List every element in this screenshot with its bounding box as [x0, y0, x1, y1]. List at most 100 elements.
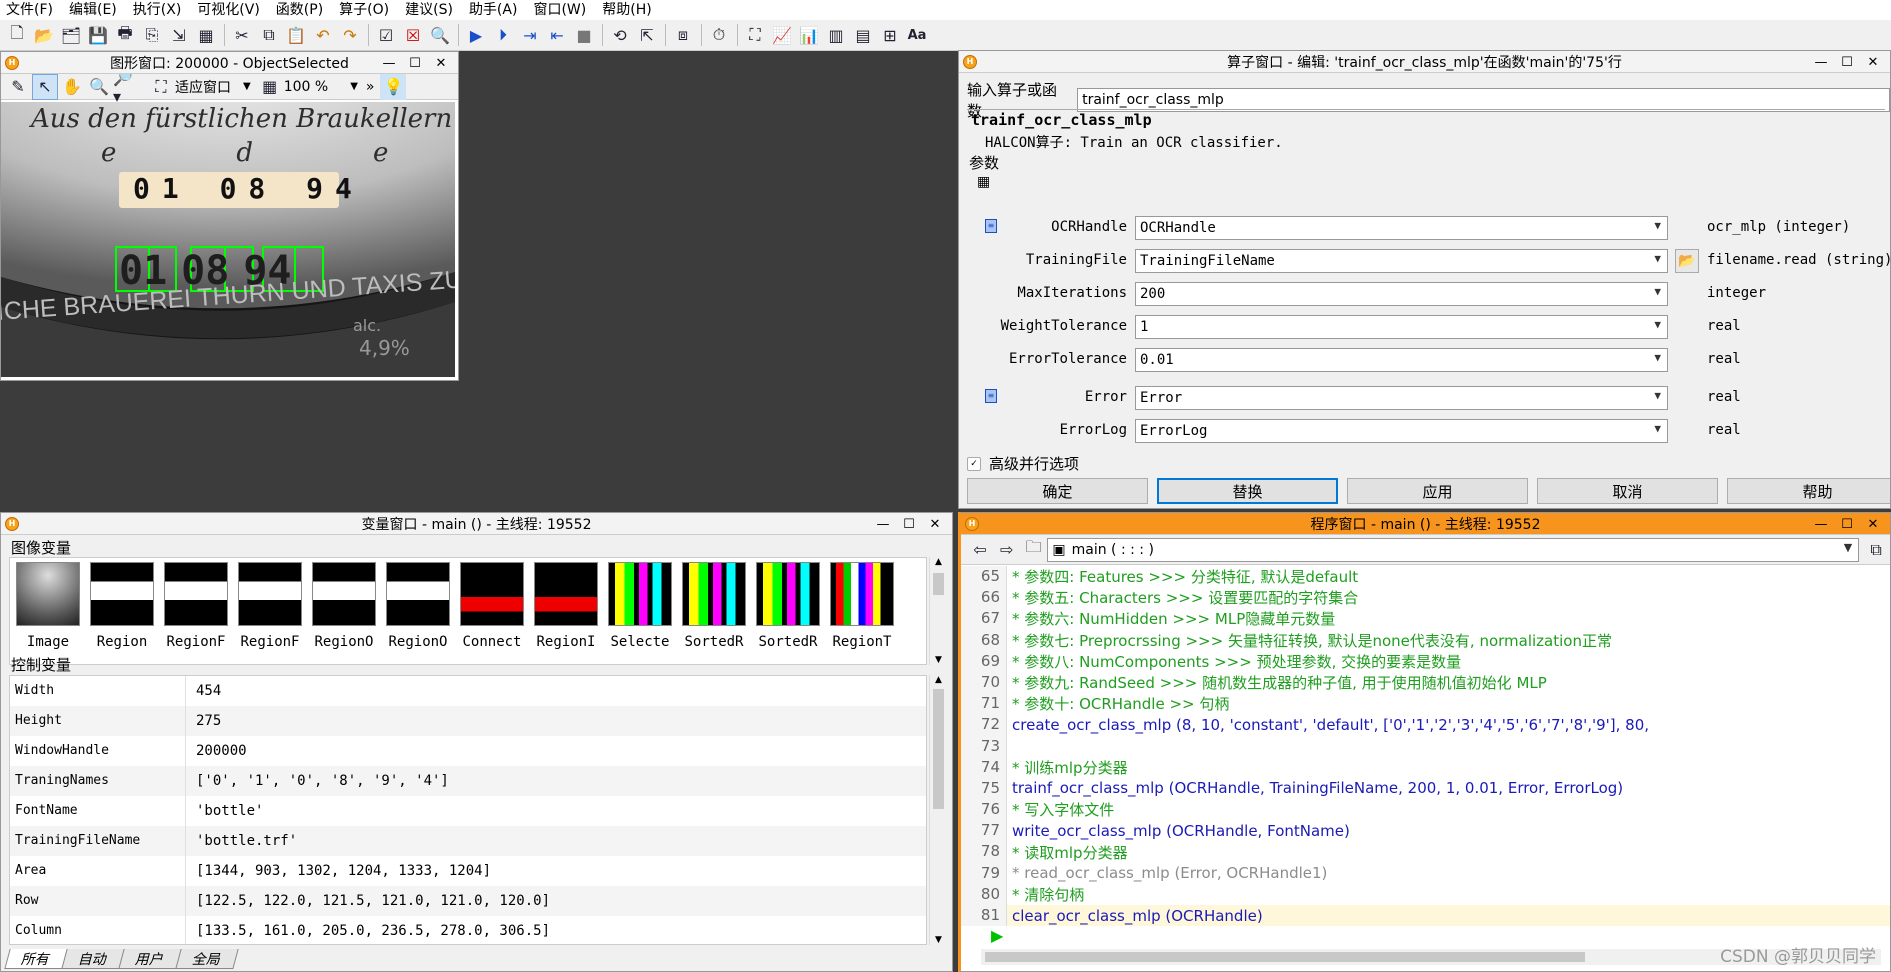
feature-histogram-icon[interactable]: ▥ — [823, 22, 849, 48]
menu-item[interactable]: 帮助(H) — [596, 0, 661, 20]
stop-icon[interactable]: ■ — [571, 22, 597, 48]
gray-histogram-icon[interactable]: 📈 — [769, 22, 795, 48]
variable-window-titlebar[interactable]: H 变量窗口 - main () - 主线程: 19552 — ☐ ✕ — [1, 513, 952, 535]
menu-item[interactable]: 建议(S) — [399, 0, 463, 20]
step-out-icon[interactable]: ⇤ — [544, 22, 570, 48]
code-line[interactable]: 76 * 写入字体文件 — [961, 799, 1890, 821]
image-var-thumbnail[interactable]: RegionO — [382, 562, 454, 660]
table-row[interactable]: FontName 'bottle' — [10, 796, 926, 826]
table-row[interactable]: Width 454 — [10, 676, 926, 706]
zoom-dropdown-icon[interactable]: 🔎▾ — [113, 68, 139, 106]
deactivate-line-icon[interactable]: ☒ — [400, 22, 426, 48]
fit-window-icon[interactable]: ⛶ — [148, 74, 174, 100]
image-var-thumbnail[interactable]: RegionT — [826, 562, 898, 660]
image-var-thumbnail[interactable]: RegionF — [234, 562, 306, 660]
open-file-icon[interactable]: 📂 — [31, 22, 57, 48]
code-line[interactable]: 66 * 参数五: Characters >>> 设置要匹配的字符集合 — [961, 587, 1890, 609]
code-line[interactable]: 72 create_ocr_class_mlp (8, 10, 'constant… — [961, 714, 1890, 736]
table-row[interactable]: Area [1344, 903, 1302, 1204, 1333, 1204] — [10, 856, 926, 886]
code-line[interactable]: 78 * 读取mlp分类器 — [961, 841, 1890, 863]
image-var-thumbnail[interactable]: RegionF — [160, 562, 232, 660]
param-value-select[interactable]: TrainingFileName ▼ — [1135, 249, 1668, 273]
zoom-level-dropdown-icon[interactable]: ▼ — [350, 81, 358, 92]
code-line[interactable]: 67 * 参数六: NumHidden >>> MLP隐藏单元数量 — [961, 608, 1890, 630]
line-profile-icon[interactable]: 📊 — [796, 22, 822, 48]
step-over-icon[interactable]: ⏵ — [490, 22, 516, 48]
tab-0[interactable]: 所有 — [4, 949, 68, 969]
new-file-icon[interactable]: 🗋 — [4, 22, 30, 48]
code-line[interactable]: 79 * read_ocr_class_mlp (Error, OCRHandle… — [961, 862, 1890, 884]
zoom-level-select[interactable]: 100 % — [284, 79, 328, 95]
image-canvas[interactable]: Aus den fürstlichen Braukellern edel fri… — [1, 102, 455, 377]
cut-icon[interactable]: ✂ — [229, 22, 255, 48]
pencil-icon[interactable]: ✎ — [5, 74, 31, 100]
close-icon[interactable]: ✕ — [1860, 517, 1886, 532]
menu-item[interactable]: 助手(A) — [463, 0, 528, 20]
param-value-select[interactable]: Error ▼ — [1135, 386, 1668, 410]
ocr-icon[interactable]: Aa — [904, 22, 930, 48]
code-line[interactable]: 77 write_ocr_class_mlp (OCRHandle, FontNa… — [961, 820, 1890, 842]
ok-button[interactable]: 确定 — [967, 478, 1148, 504]
fit-window-button[interactable]: 适应窗口 — [175, 77, 231, 97]
procedure-edit-icon[interactable]: ⧉ — [1863, 537, 1889, 563]
param-value-select[interactable]: OCRHandle ▼ — [1135, 216, 1668, 240]
code-line[interactable]: 68 * 参数七: Preprocrssing >>> 矢量特征转换, 默认是no… — [961, 629, 1890, 651]
find-icon[interactable]: 🔍 — [427, 22, 453, 48]
tab-1[interactable]: 自动 — [61, 949, 125, 969]
timer-icon[interactable]: ⏱ — [706, 22, 732, 48]
measurement-icon[interactable]: ⊞ — [877, 22, 903, 48]
pointer-icon[interactable]: ↖ — [32, 73, 58, 100]
param-value-select[interactable]: ErrorLog ▼ — [1135, 419, 1668, 443]
control-vars-scrollbar[interactable]: ▲ ▼ — [929, 675, 947, 945]
menu-item[interactable]: 窗口(W) — [527, 0, 596, 20]
open-example-icon[interactable]: 🗂 — [58, 22, 84, 48]
folder-icon[interactable]: 🗀 — [1021, 537, 1047, 563]
menu-item[interactable]: 文件(F) — [0, 0, 63, 20]
maximize-icon[interactable]: ☐ — [896, 517, 922, 532]
step-into-icon[interactable]: ⇥ — [517, 22, 543, 48]
copy-icon[interactable]: ⧉ — [256, 22, 282, 48]
activate-line-icon[interactable]: ☑ — [373, 22, 399, 48]
table-row[interactable]: TraningNames ['0', '1', '0', '8', '9', '4… — [10, 766, 926, 796]
image-var-thumbnail[interactable]: SortedR — [678, 562, 750, 660]
param-value-select[interactable]: 200 ▼ — [1135, 282, 1668, 306]
table-row[interactable]: TrainingFileName 'bottle.trf' — [10, 826, 926, 856]
hand-pan-icon[interactable]: ✋ — [59, 74, 85, 100]
tab-3[interactable]: 全局 — [175, 949, 239, 969]
image-var-thumbnail[interactable]: Connect — [456, 562, 528, 660]
minimize-icon[interactable]: — — [1808, 517, 1834, 532]
menu-item[interactable]: 可视化(V) — [191, 0, 270, 20]
code-line[interactable]: 80 * 清除句柄 — [961, 883, 1890, 905]
toolbar-overflow-icon[interactable]: » — [366, 79, 375, 95]
scroll-up-icon[interactable]: ▲ — [930, 557, 947, 567]
graphics-window-titlebar[interactable]: H 图形窗口: 200000 - ObjectSelected — ☐ ✕ — [1, 52, 458, 74]
table-row[interactable]: WindowHandle 200000 — [10, 736, 926, 766]
image-var-thumbnail[interactable]: RegionI — [530, 562, 602, 660]
table-row[interactable]: Height 275 — [10, 706, 926, 736]
forward-arrow-icon[interactable]: ⇨ — [994, 537, 1020, 563]
print-icon[interactable]: 🖶 — [112, 22, 138, 48]
param-value-select[interactable]: 1 ▼ — [1135, 315, 1668, 339]
code-line[interactable]: 71 * 参数十: OCRHandle >> 句柄 — [961, 693, 1890, 715]
program-icon[interactable]: ▦ — [193, 22, 219, 48]
zoom-window-icon[interactable]: ⛶ — [742, 22, 768, 48]
save-icon[interactable]: 💾 — [85, 22, 111, 48]
back-arrow-icon[interactable]: ⇦ — [967, 537, 993, 563]
code-line[interactable]: 70 * 参数九: RandSeed >>> 随机数生成器的种子值, 用于使用随机… — [961, 671, 1890, 694]
code-line[interactable]: 65 * 参数四: Features >>> 分类特征, 默认是default — [961, 566, 1890, 588]
table-row[interactable]: Column [133.5, 161.0, 205.0, 236.5, 278.0… — [10, 916, 926, 944]
fit-dropdown-icon[interactable]: ▼ — [243, 81, 251, 92]
maximize-icon[interactable]: ☐ — [1834, 517, 1860, 532]
code-editor[interactable]: 65 * 参数四: Features >>> 分类特征, 默认是default 66… — [961, 566, 1890, 946]
reset-line-icon[interactable]: ⇱ — [634, 22, 660, 48]
scroll-up-icon[interactable]: ▲ — [930, 675, 947, 685]
image-var-thumbnail[interactable]: SortedR — [752, 562, 824, 660]
code-line[interactable]: 74 * 训练mlp分类器 — [961, 756, 1890, 778]
menu-item[interactable]: 编辑(E) — [63, 0, 127, 20]
scroll-down-icon[interactable]: ▼ — [930, 935, 947, 945]
menu-item[interactable]: 执行(X) — [127, 0, 192, 20]
folder-icon[interactable]: 📂 — [1675, 249, 1699, 273]
table-row[interactable]: Row [122.5, 122.0, 121.5, 121.0, 121.0, 1… — [10, 886, 926, 916]
image-var-thumbnail[interactable]: Selecte — [604, 562, 676, 660]
maximize-icon[interactable]: ☐ — [402, 56, 428, 71]
